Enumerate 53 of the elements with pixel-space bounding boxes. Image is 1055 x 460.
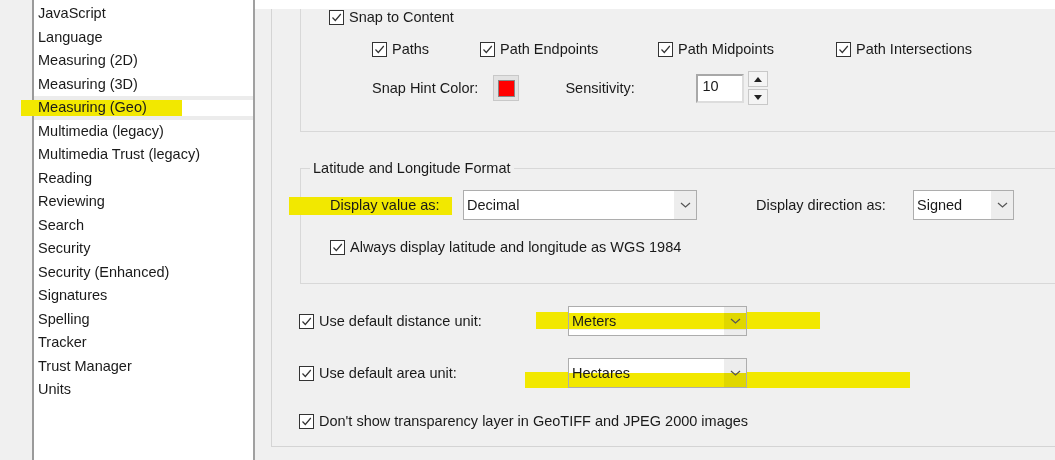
snap-hint-color-label: Snap Hint Color:: [372, 80, 479, 96]
dropdown[interactable]: Meters: [568, 306, 747, 336]
category-item[interactable]: Search: [34, 213, 253, 237]
category-item[interactable]: Language: [34, 25, 253, 49]
category-item[interactable]: Trust Manager: [34, 354, 253, 378]
category-item[interactable]: JavaScript: [34, 2, 253, 26]
field-label: Display direction as:: [756, 197, 887, 213]
checkbox[interactable]: [658, 41, 673, 57]
spin-up-button[interactable]: [748, 71, 769, 87]
chevron-down-icon: [729, 318, 741, 324]
checkbox[interactable]: [372, 41, 387, 57]
checkbox-label: Path Intersections: [856, 41, 973, 57]
category-item[interactable]: Units: [34, 378, 253, 402]
checkbox[interactable]: [836, 41, 851, 57]
checkbox-label: Path Endpoints: [500, 41, 599, 57]
dropdown[interactable]: Signed: [913, 190, 1014, 220]
field-label: Display value as:: [330, 197, 440, 213]
color-picker[interactable]: [493, 75, 520, 101]
checkbox-label: Paths: [392, 41, 430, 57]
category-item[interactable]: Tracker: [34, 331, 253, 355]
chevron-down-icon: [679, 202, 691, 208]
chevron-down-icon: [729, 370, 741, 376]
checkbox-label: Always display latitude and longitude as WGS 1984: [350, 239, 682, 255]
checkbox[interactable]: [299, 365, 314, 381]
chevron-down-icon: [996, 202, 1008, 208]
checkbox-label: Snap to Content: [349, 9, 454, 25]
checkbox[interactable]: [299, 413, 314, 429]
triangle-down-icon: [754, 94, 763, 100]
triangle-up-icon: [754, 76, 763, 82]
checkbox[interactable]: [329, 10, 344, 25]
checkbox[interactable]: [480, 41, 495, 57]
category-item[interactable]: Multimedia (legacy): [34, 119, 253, 143]
group-title: Latitude and Longitude Format: [310, 160, 514, 177]
category-item[interactable]: Measuring (2D): [34, 49, 253, 73]
category-item[interactable]: Measuring (Geo): [34, 96, 253, 120]
category-item[interactable]: Security (Enhanced): [34, 260, 253, 284]
checkbox[interactable]: [330, 239, 345, 255]
checkbox-label: Don't show transparency layer in GeoTIFF and JPEG 2000 images: [319, 413, 749, 429]
spin-down-button[interactable]: [748, 89, 769, 105]
category-item[interactable]: Measuring (3D): [34, 72, 253, 96]
number-field[interactable]: 10: [696, 73, 745, 103]
category-item[interactable]: Security: [34, 237, 253, 261]
checkbox-label: Use default area unit:: [319, 365, 458, 381]
category-item[interactable]: Signatures: [34, 284, 253, 308]
category-item[interactable]: Reading: [34, 166, 253, 190]
category-item[interactable]: Reviewing: [34, 190, 253, 214]
checkbox[interactable]: [299, 313, 314, 329]
category-item[interactable]: Multimedia Trust (legacy): [34, 143, 253, 167]
dropdown[interactable]: Decimal: [463, 190, 697, 220]
checkbox-label: Path Midpoints: [678, 41, 774, 57]
sensitivity-label: Sensitivity:: [565, 80, 636, 96]
category-item[interactable]: Spelling: [34, 307, 253, 331]
checkbox-label: Use default distance unit:: [319, 313, 483, 329]
